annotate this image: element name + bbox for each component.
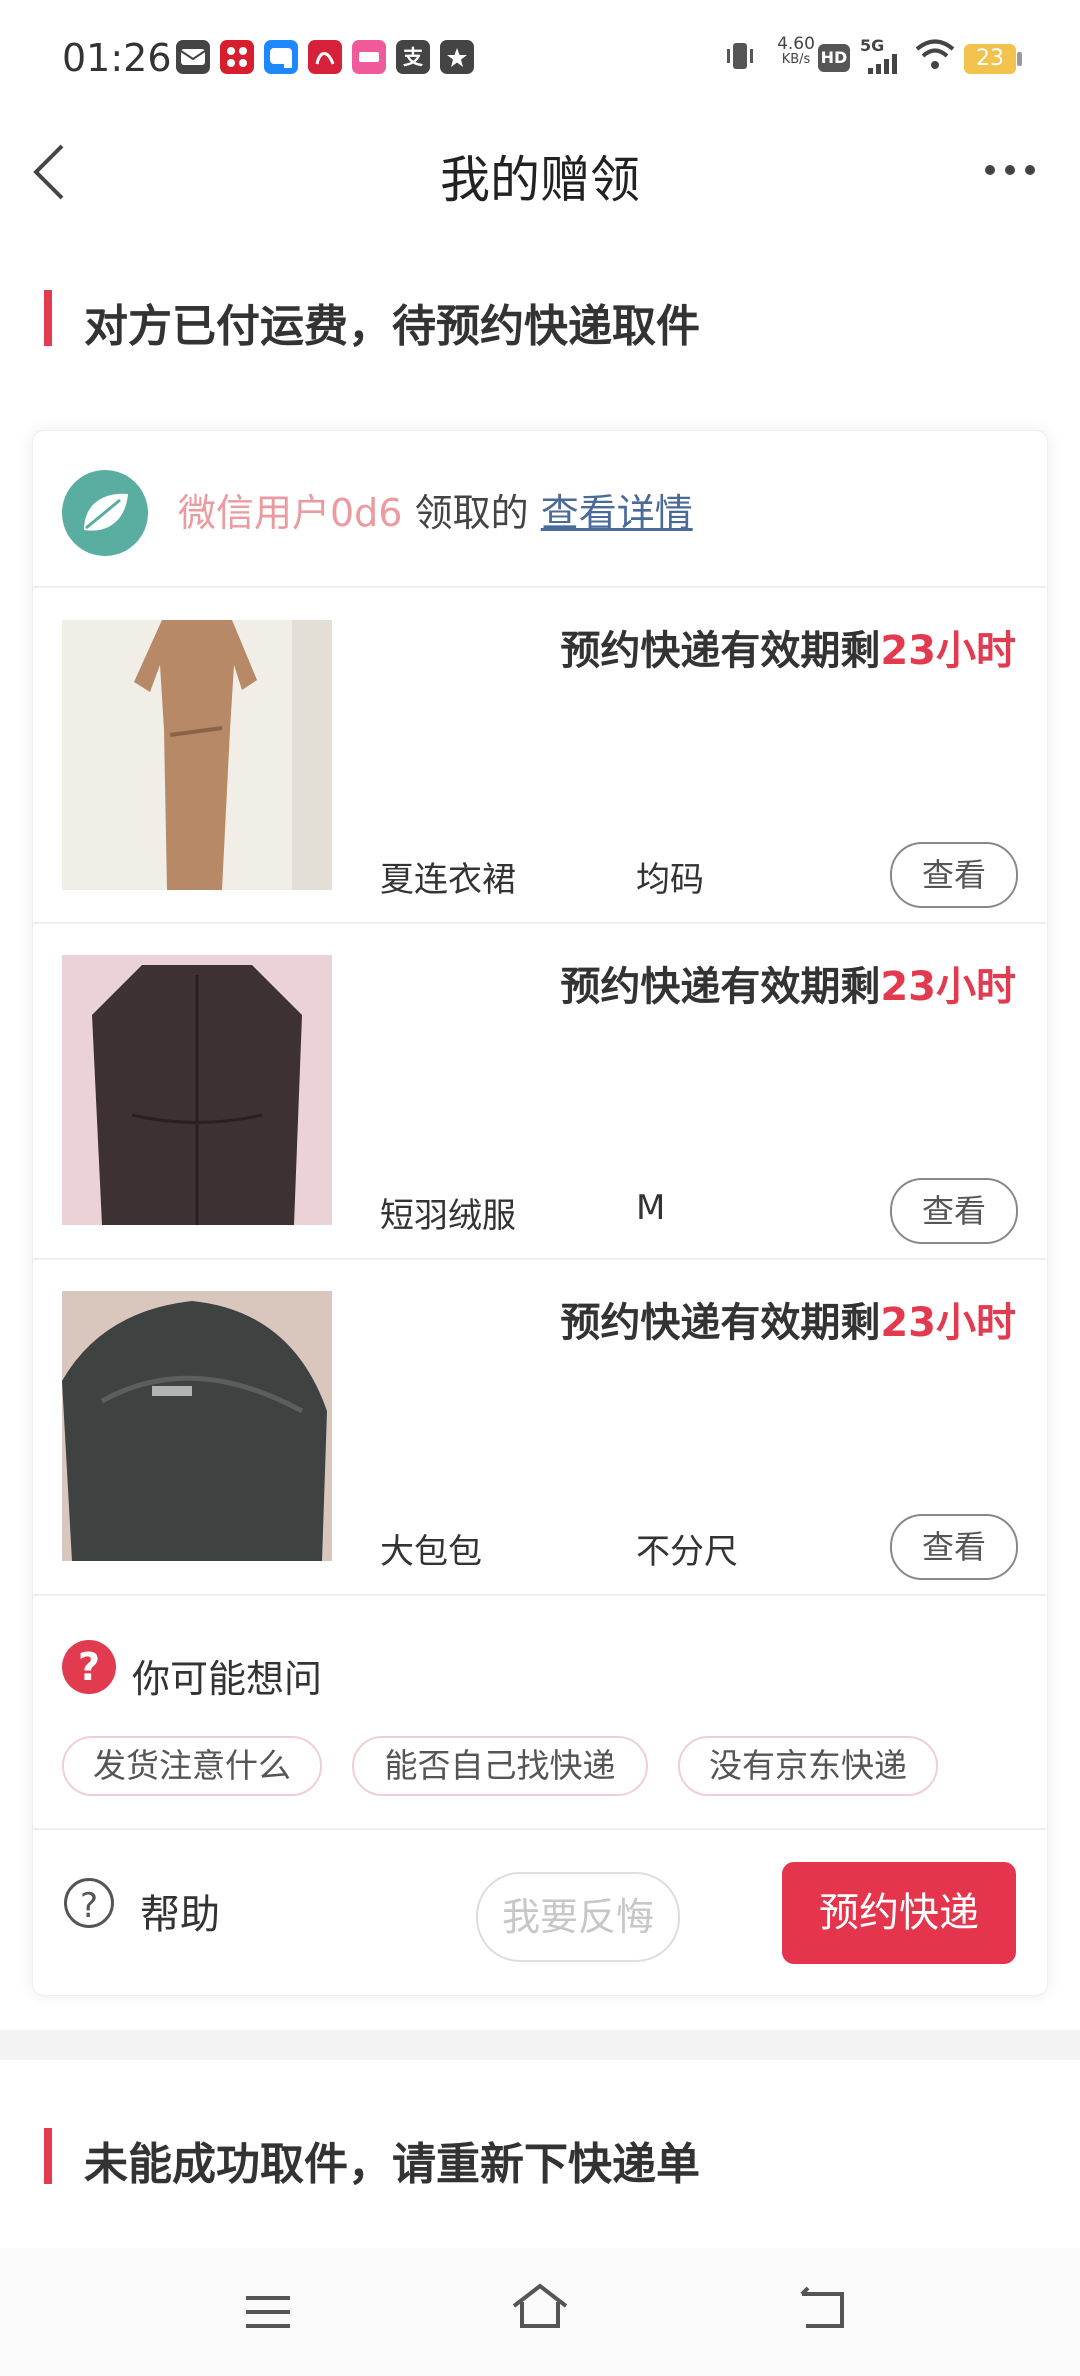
divider [32, 586, 1046, 588]
validity-text: 预约快递有效期剩23小时 [500, 954, 1016, 1012]
chat-app-icon [264, 40, 298, 74]
pink-app-icon [352, 40, 386, 74]
divider [32, 1828, 1046, 1830]
faq-chip-shipping-notes[interactable]: 发货注意什么 [62, 1736, 322, 1796]
validity-text: 预约快递有效期剩23小时 [500, 618, 1016, 676]
validity-text: 预约快递有效期剩23小时 [500, 1290, 1016, 1348]
claimer-suffix: 领取的 [414, 491, 529, 535]
product-image-jacket[interactable] [62, 955, 332, 1225]
view-button[interactable]: 查看 [890, 842, 1018, 908]
section-title-failed: 未能成功取件，请重新下快递单 [84, 2139, 700, 2190]
more-icon[interactable] [980, 148, 1040, 192]
product-size: 不分尺 [636, 1532, 738, 1572]
faq-chip-own-courier[interactable]: 能否自己找快递 [352, 1736, 648, 1796]
validity-hours: 23小时 [880, 964, 1016, 1010]
red-app-icon [308, 40, 342, 74]
signal-icon: 5G [858, 34, 908, 78]
product-image-dress[interactable] [62, 620, 332, 890]
vibrate-icon [722, 38, 758, 78]
product-size: M [636, 1188, 666, 1228]
validity-hours: 23小时 [880, 1300, 1016, 1346]
faq-title: 你可能想问 [132, 1657, 323, 1701]
wifi-icon [914, 38, 956, 76]
pinduoduo-app-icon [220, 40, 254, 74]
validity-hours: 23小时 [880, 628, 1016, 674]
validity-prefix: 预约快递有效期剩 [560, 964, 881, 1010]
claimer-line: 微信用户0d6 领取的 查看详情 [178, 482, 693, 537]
view-details-link[interactable]: 查看详情 [541, 491, 693, 535]
section-accent-bar [44, 2128, 52, 2184]
status-bar: 01:26 支 4.60 KB/s HD 5G 23 [0, 0, 1080, 120]
home-icon[interactable] [510, 2282, 570, 2336]
divider [32, 1594, 1046, 1596]
battery-icon: 23 [964, 44, 1016, 74]
regret-button[interactable]: 我要反悔 [476, 1872, 680, 1962]
net-speed: 4.60 KB/s [766, 36, 826, 68]
faq-chip-no-jd[interactable]: 没有京东快递 [678, 1736, 938, 1796]
view-button[interactable]: 查看 [890, 1178, 1018, 1244]
section-separator [0, 2030, 1080, 2060]
product-name: 夏连衣裙 [380, 860, 516, 900]
menu-icon[interactable] [244, 2292, 292, 2336]
net-speed-unit: KB/s [781, 52, 811, 67]
page-title: 我的赠领 [440, 151, 640, 209]
hd-badge: HD [818, 44, 850, 72]
section-title-pending: 对方已付运费，待预约快递取件 [84, 301, 700, 352]
star-message-icon [440, 40, 474, 74]
help-label[interactable]: 帮助 [140, 1882, 220, 1940]
product-size: 均码 [636, 860, 704, 900]
status-time: 01:26 [62, 36, 172, 80]
product-name: 短羽绒服 [380, 1196, 516, 1236]
divider [32, 1258, 1046, 1260]
product-image-bag[interactable] [62, 1291, 332, 1561]
validity-prefix: 预约快递有效期剩 [560, 628, 881, 674]
battery-tip [1017, 52, 1022, 66]
back-nav-icon[interactable] [796, 2286, 850, 2336]
network-type: 5G [860, 36, 885, 55]
claimer-name: 微信用户0d6 [178, 491, 403, 535]
view-button[interactable]: 查看 [890, 1514, 1018, 1580]
avatar [62, 470, 148, 556]
product-name: 大包包 [380, 1532, 482, 1572]
book-courier-button[interactable]: 预约快递 [782, 1862, 1016, 1964]
question-icon: ? [62, 1640, 116, 1694]
net-speed-value: 4.60 [777, 34, 815, 54]
validity-prefix: 预约快递有效期剩 [560, 1300, 881, 1346]
help-icon[interactable]: ? [64, 1878, 114, 1928]
section-accent-bar [44, 290, 52, 346]
message-app-icon [176, 40, 210, 74]
divider [32, 922, 1046, 924]
alipay-icon: 支 [396, 40, 430, 74]
